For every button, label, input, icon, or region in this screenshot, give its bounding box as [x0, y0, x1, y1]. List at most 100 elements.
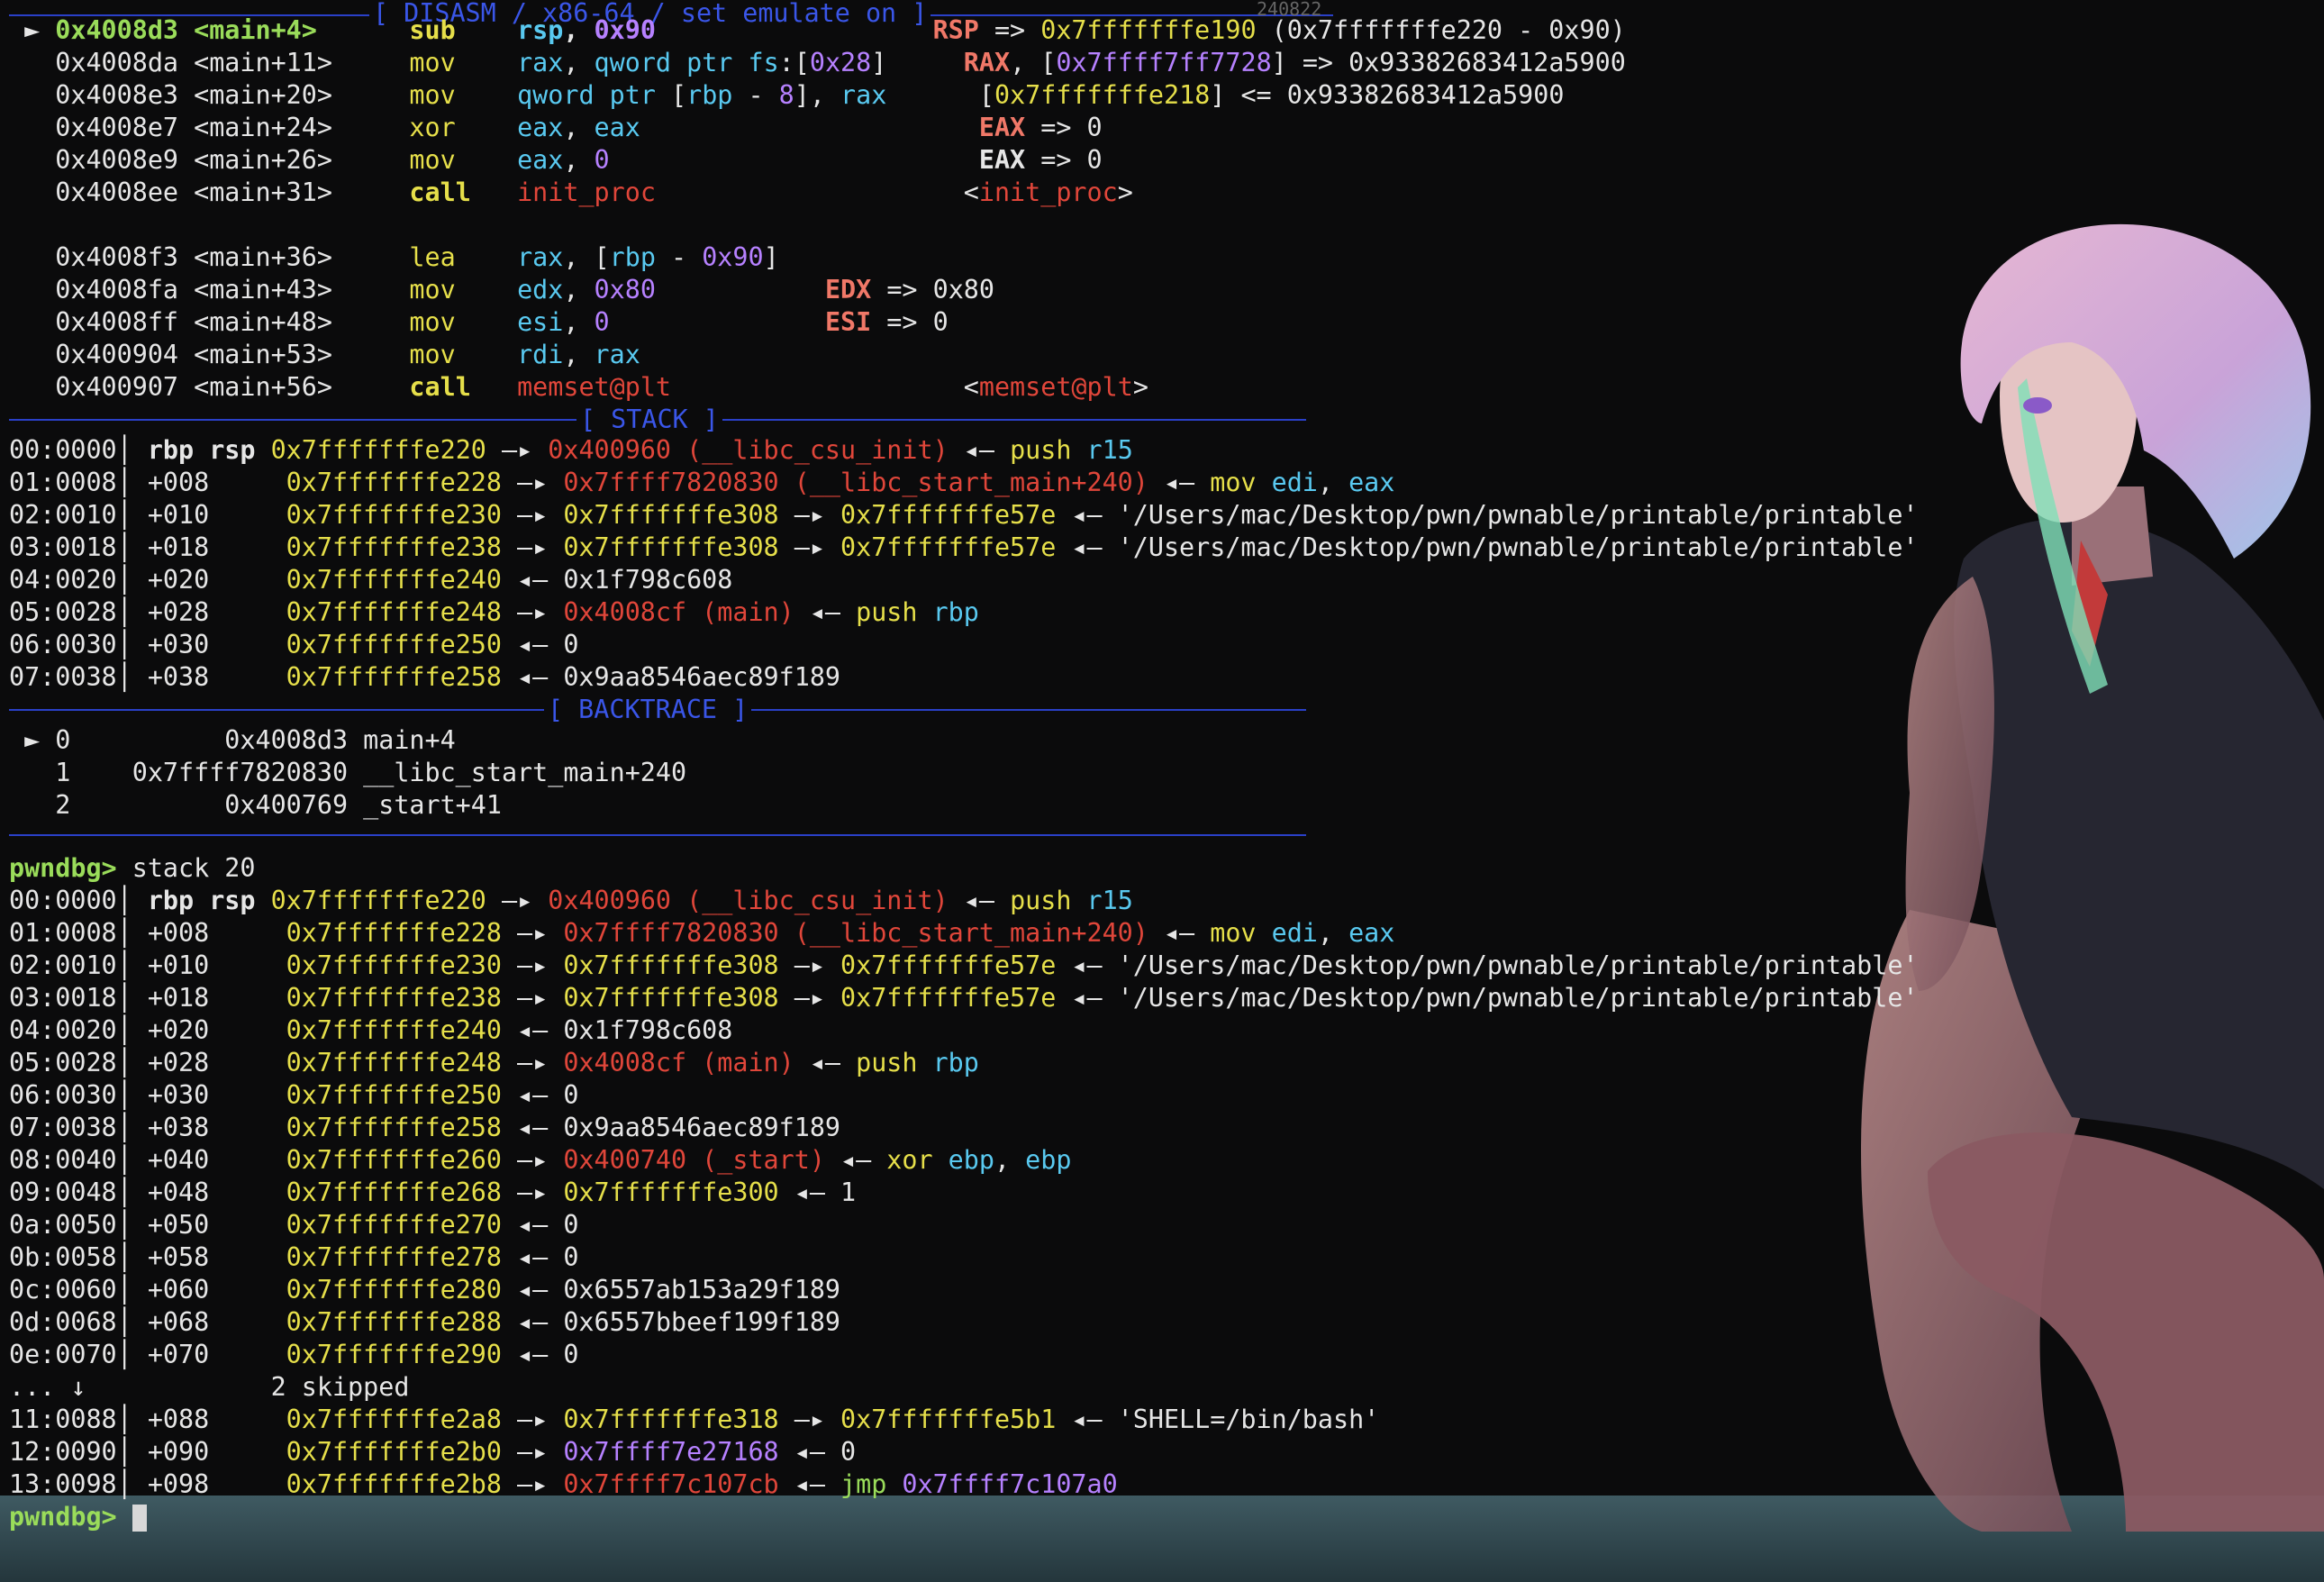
disasm-line-segment: mov: [409, 275, 456, 305]
stack-output-row-segment: 0c:0060│ +060: [9, 1275, 286, 1305]
stack-output-row-segment: 0x7fffffffe2b8: [286, 1469, 502, 1499]
stack-row-segment: —▸: [778, 532, 841, 562]
disasm-line-segment: 0x4008ee <main+31>: [9, 177, 410, 207]
stack-row-segment: ◂— '/Users/mac/Desktop/pwn/pwnable/print…: [1056, 500, 1919, 530]
disasm-line: 0x4008e3 <main+20> mov qword ptr [rbp - …: [9, 79, 1919, 112]
disasm-line-segment: <: [671, 372, 979, 402]
stack-output-row-segment: 0x7fffffffe220: [270, 886, 486, 915]
stack-row-segment: push: [856, 597, 918, 627]
stack-row-segment: 0x7fffffffe308: [563, 500, 779, 530]
disasm-line-segment: >: [1117, 177, 1133, 207]
disasm-line-segment: , [: [1010, 48, 1057, 77]
stack-output-row-segment: —▸: [486, 886, 549, 915]
stack-output-row-segment: 0x7fffffffe2b0: [286, 1437, 502, 1467]
stack-output-row-segment: ◂—: [1148, 918, 1211, 948]
stack-output-row-segment: ebp: [948, 1145, 994, 1175]
disasm-line-segment: RSP: [932, 15, 979, 45]
stack-output-row: 0a:0050│ +050 0x7fffffffe270 ◂— 0: [9, 1209, 1919, 1241]
disasm-line-segment: qword ptr: [517, 80, 672, 110]
stack-output-row-segment: 0x7fffffffe270: [286, 1210, 502, 1240]
stack-row-segment: 0x7fffffffe230: [286, 500, 502, 530]
stack-row-segment: [917, 597, 932, 627]
disasm-line: [9, 209, 1919, 241]
stack-row: 07:0038│ +038 0x7fffffffe258 ◂— 0x9aa854…: [9, 661, 1919, 694]
active-prompt-line[interactable]: pwndbg>: [9, 1501, 1919, 1533]
disasm-line: 0x4008e7 <main+24> xor eax, eax EAX => 0: [9, 112, 1919, 144]
character-eye: [2023, 397, 2052, 414]
disasm-line-segment: ESI: [824, 307, 872, 337]
stack-output-row-segment: rbp rsp: [147, 886, 256, 915]
disasm-line-segment: ]: [871, 48, 887, 77]
disasm-line-segment: fs: [748, 48, 779, 77]
stack-output-row: 00:0000│ rbp rsp 0x7fffffffe220 —▸ 0x400…: [9, 885, 1919, 917]
stack-output-row-segment: 0d:0068│ +068: [9, 1307, 286, 1337]
command-line[interactable]: pwndbg> stack 20: [9, 852, 1919, 885]
stack-row-segment: 0x7fffffffe220: [270, 435, 486, 465]
terminal-output: [ DISASM / x86-64 / set emulate on ] 240…: [9, 0, 1919, 1533]
stack-output-row-segment: 0b:0058│ +058: [9, 1242, 286, 1272]
stack-output-row-segment: ◂— 0: [501, 1080, 579, 1110]
stack-row-segment: [1071, 435, 1086, 465]
stack-output-row-segment: 0x7fffffffe2a8: [286, 1405, 502, 1434]
stack-row-segment: eax: [1348, 468, 1395, 497]
stack-panel: 00:0000│ rbp rsp 0x7fffffffe220 —▸ 0x400…: [9, 434, 1919, 694]
stack-output-row-segment: —▸: [501, 1437, 564, 1467]
disasm-line-segment: 0x4008e9 <main+26>: [9, 145, 410, 175]
stack-output-row-segment: 01:0008│ +008: [9, 918, 286, 948]
stack-row-segment: 0x400960 (__libc_csu_init): [548, 435, 949, 465]
stack-output-row: 0e:0070│ +070 0x7fffffffe290 ◂— 0: [9, 1339, 1919, 1371]
stack-row-segment: ◂— 0x1f798c608: [501, 565, 733, 595]
disasm-line-segment: eax: [517, 113, 564, 142]
disasm-line-segment: 0x400907 <main+56>: [9, 372, 410, 402]
stack-output-row-segment: —▸: [501, 1048, 564, 1077]
disasm-line-segment: [471, 177, 517, 207]
stack-output-row-segment: 06:0030│ +030: [9, 1080, 286, 1110]
stack-row-segment: 0x7fffffffe238: [286, 532, 502, 562]
stack-output-row-segment: 0x7fffffffe57e: [840, 983, 1057, 1013]
stack-output-row-segment: —▸: [501, 918, 564, 948]
terminal-cursor[interactable]: [132, 1505, 147, 1532]
stack-output-row-segment: ... ↓ 2 skipped: [9, 1372, 410, 1402]
stack-output-row-segment: 0a:0050│ +050: [9, 1210, 286, 1240]
stack-output-row-segment: ◂— '/Users/mac/Desktop/pwn/pwnable/print…: [1056, 983, 1919, 1013]
stack-output-row-segment: 0x7fffffffe318: [563, 1405, 779, 1434]
disasm-line: 0x400904 <main+53> mov rdi, rax: [9, 339, 1919, 371]
stack-output-row-segment: 0x7fffffffe250: [286, 1080, 502, 1110]
stack-output-row-segment: —▸: [501, 1145, 564, 1175]
stack-output-row-segment: 0x7fffffffe228: [286, 918, 502, 948]
stack-output-row-segment: 0x7fffffffe5b1: [840, 1405, 1057, 1434]
stack-output-row: 11:0088│ +088 0x7fffffffe2a8 —▸ 0x7fffff…: [9, 1404, 1919, 1436]
disasm-line-segment: ,: [563, 275, 595, 305]
disasm-line-segment: 0x4008e3 <main+20>: [9, 80, 410, 110]
disasm-line-segment: rax: [517, 242, 564, 272]
disasm-line-segment: call: [409, 372, 471, 402]
disasm-line-segment: [456, 113, 517, 142]
stack-output-row: 01:0008│ +008 0x7fffffffe228 —▸ 0x7ffff7…: [9, 917, 1919, 950]
stack-output-row-segment: 0x7fffffffe268: [286, 1177, 502, 1207]
stack-output-row-segment: 0x4008cf (main): [563, 1048, 794, 1077]
stack-output-row-segment: ◂— 0: [778, 1437, 857, 1467]
stack-row-segment: 0x7fffffffe258: [286, 662, 502, 692]
disasm-line-segment: 0x7fffffffe218: [994, 80, 1211, 110]
stack-output-row-segment: ,: [994, 1145, 1026, 1175]
stack-output-row-segment: ◂—: [778, 1469, 841, 1499]
disasm-line-segment: ,: [563, 113, 595, 142]
stack-row: 02:0010│ +010 0x7fffffffe230 —▸ 0x7fffff…: [9, 499, 1919, 532]
stack-output-row: 13:0098│ +098 0x7fffffffe2b8 —▸ 0x7ffff7…: [9, 1468, 1919, 1501]
disasm-line-segment: [456, 145, 517, 175]
stack-output-row-segment: 09:0048│ +048: [9, 1177, 286, 1207]
stack-output-row-segment: [917, 1048, 932, 1077]
disasm-line-segment: init_proc: [978, 177, 1118, 207]
stack-row-segment: 01:0008│ +008: [9, 468, 286, 497]
stack-output-row-segment: 12:0090│ +090: [9, 1437, 286, 1467]
stack-output-row: ... ↓ 2 skipped: [9, 1371, 1919, 1404]
stack-output-row-segment: 0x7fffffffe240: [286, 1015, 502, 1045]
disasm-line-segment: [610, 307, 825, 337]
stack-output-row-segment: 02:0010│ +010: [9, 950, 286, 980]
disasm-line-segment: [9, 210, 24, 240]
stack-row-segment: 04:0020│ +020: [9, 565, 286, 595]
stack-output-row-segment: ,: [1317, 918, 1349, 948]
stack-output-row-segment: 0x7fffffffe278: [286, 1242, 502, 1272]
stack-output-row-segment: 0x7fffffffe308: [563, 950, 779, 980]
stack-output-row-segment: ◂— 0: [501, 1340, 579, 1369]
